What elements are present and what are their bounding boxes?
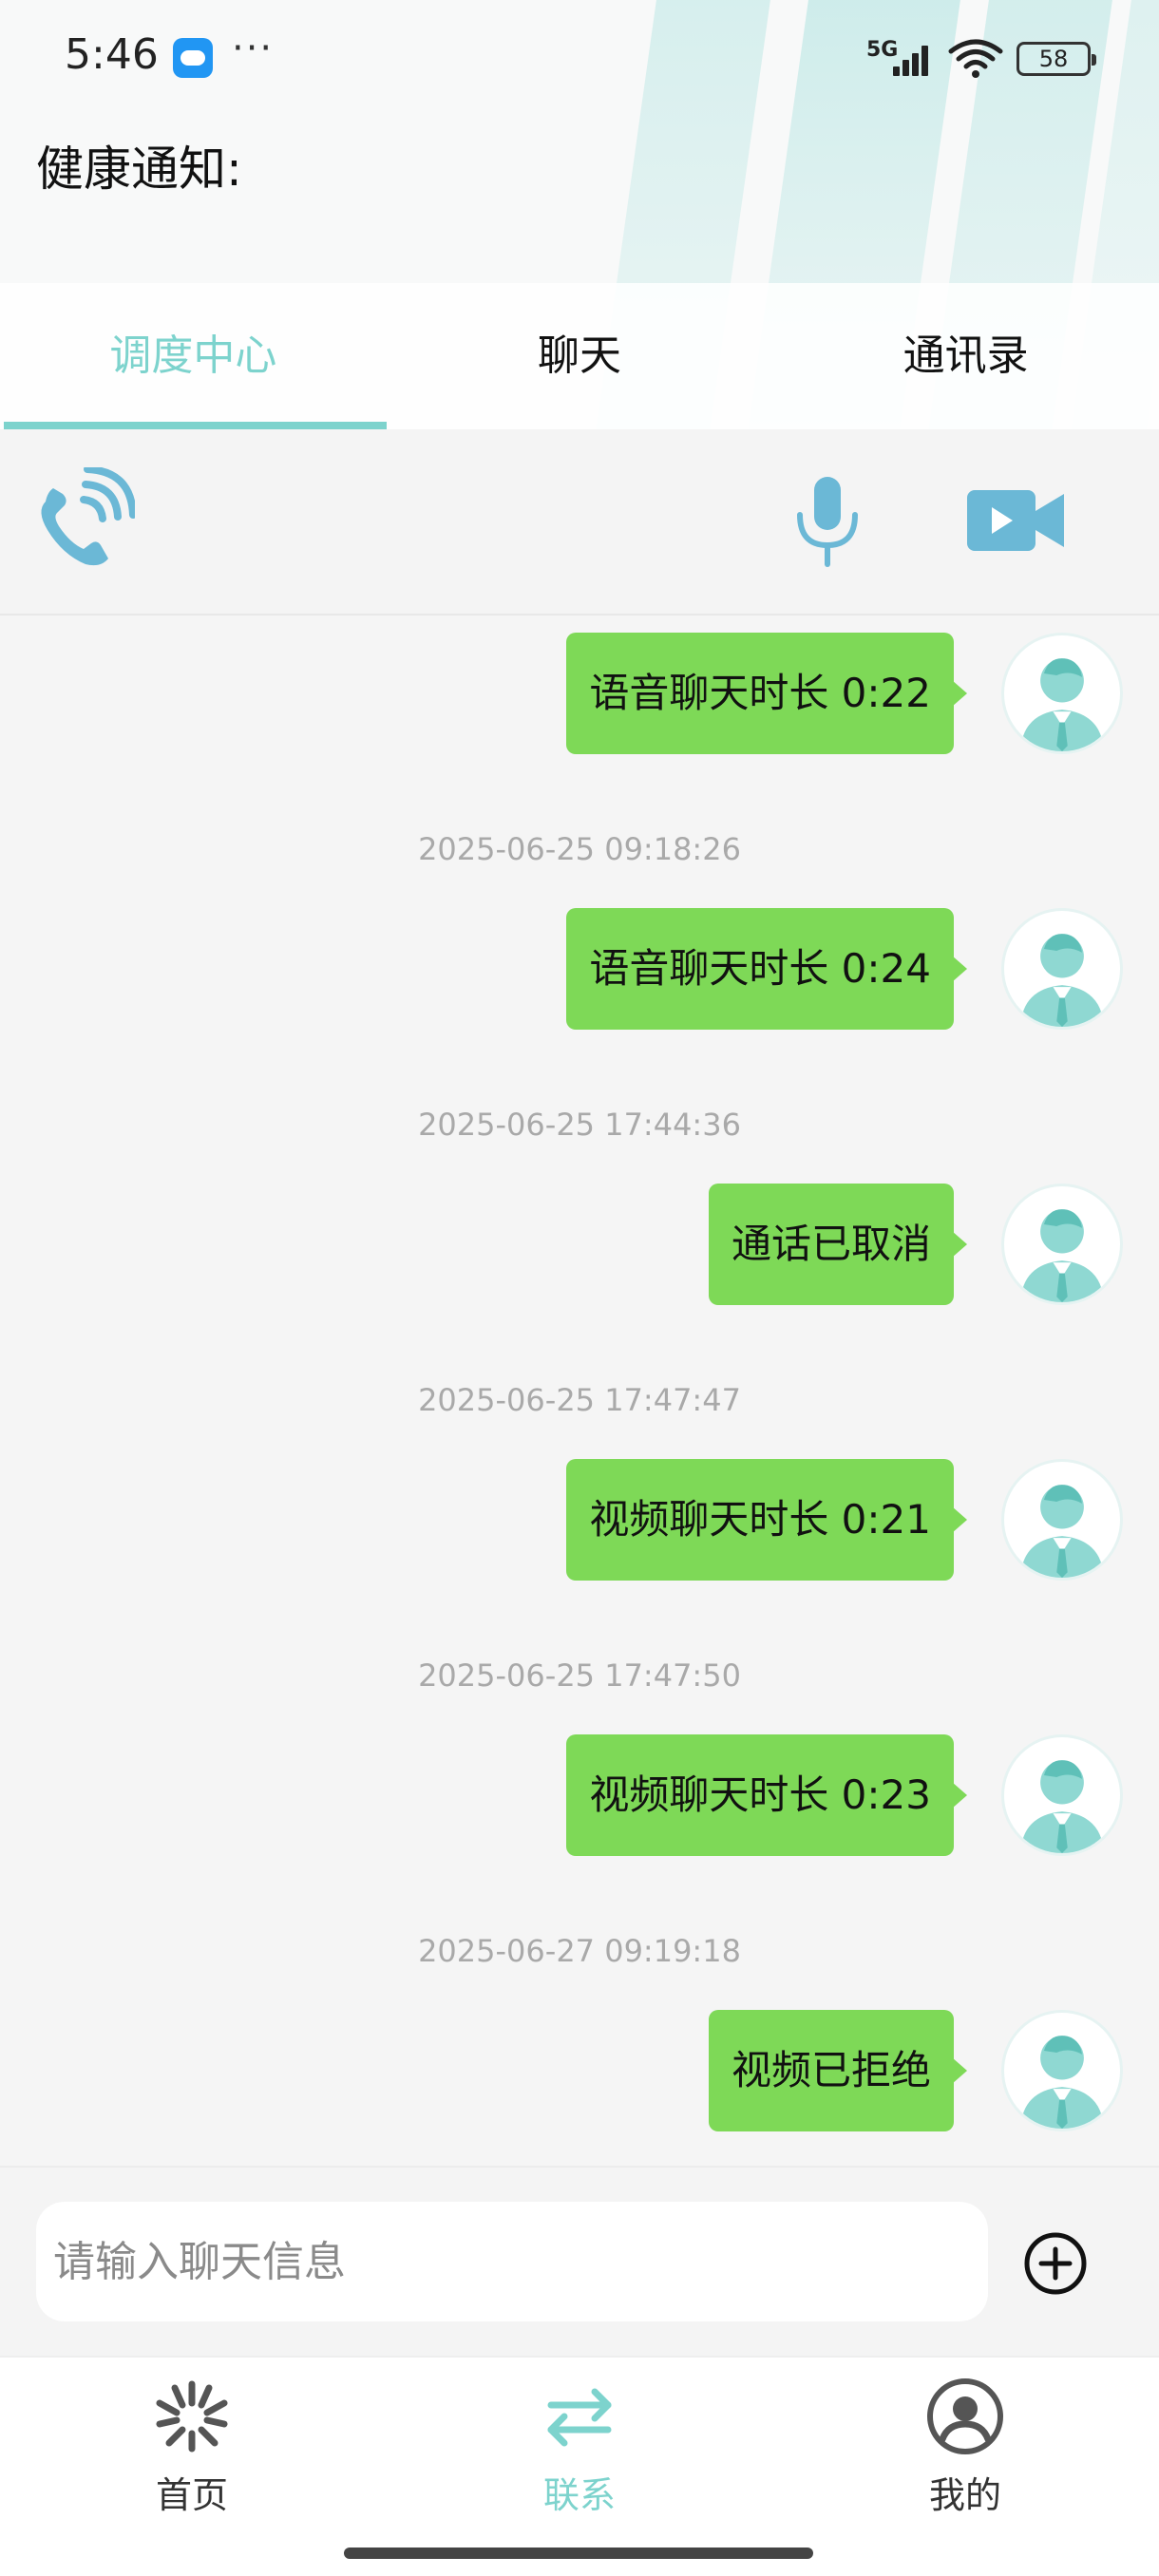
timestamp: 2025-06-25 17:44:36 [418,1107,741,1143]
timestamp: 2025-06-25 17:47:50 [418,1657,741,1694]
page-title: 健康通知: [36,142,242,197]
tab-chat[interactable]: 聊天 [387,283,773,429]
nav-contact[interactable]: 联系 [484,2377,674,2518]
nav-home-label: 首页 [155,2474,228,2516]
cloud-app-icon [173,38,213,78]
nav-mine[interactable]: 我的 [870,2377,1060,2518]
timestamp: 2025-06-25 17:47:47 [418,1382,741,1418]
avatar[interactable] [1001,2010,1123,2131]
chat-bubble[interactable]: 视频聊天时长 0:23 [566,1734,967,1856]
tab-contacts[interactable]: 通讯录 [772,283,1159,429]
battery-icon: 58 [1016,42,1096,76]
chat-messages: 语音聊天时长 0:22 2025-06-25 09:18:26 语音聊天时长 0… [0,617,1159,2166]
nav-home[interactable]: 首页 [97,2377,287,2518]
avatar[interactable] [1001,1734,1123,1856]
tab-dispatch-center[interactable]: 调度中心 [0,283,387,429]
chat-bubble[interactable]: 语音聊天时长 0:22 [566,633,967,754]
nav-contact-label: 联系 [542,2474,616,2516]
microphone-icon[interactable] [788,473,866,570]
add-attachment-icon[interactable] [1022,2230,1089,2297]
avatar[interactable] [1001,633,1123,754]
user-circle-icon [927,2378,1003,2454]
chat-bubble[interactable]: 视频已拒绝 [708,2010,968,2131]
status-bar: 5:46 ··· 5G 58 [0,0,1159,114]
chat-bubble[interactable]: 通话已取消 [708,1184,968,1305]
video-camera-icon[interactable] [965,483,1068,559]
avatar[interactable] [1001,908,1123,1030]
exchange-arrows-icon [547,2388,612,2447]
timestamp: 2025-06-27 09:19:18 [418,1933,741,1969]
home-indicator [344,2548,813,2559]
phone-call-icon[interactable] [28,467,135,574]
chat-bubble[interactable]: 语音聊天时长 0:24 [566,908,967,1030]
avatar[interactable] [1001,1459,1123,1581]
timestamp: 2025-06-25 09:18:26 [418,831,741,867]
bottom-navigation: 首页 联系 我的 [0,2356,1159,2576]
message-input[interactable] [36,2202,988,2321]
nav-mine-label: 我的 [928,2474,1001,2516]
chat-bubble[interactable]: 视频聊天时长 0:21 [566,1459,967,1581]
wifi-icon [948,39,1003,78]
status-time: 5:46 [65,30,159,79]
signal-icon [893,44,935,76]
tab-bar: 调度中心 聊天 通讯录 [0,283,1159,429]
avatar[interactable] [1001,1184,1123,1305]
message-input-bar [0,2166,1159,2356]
home-burst-icon [156,2380,228,2453]
call-toolbar [0,429,1159,616]
more-icon: ··· [232,27,275,70]
